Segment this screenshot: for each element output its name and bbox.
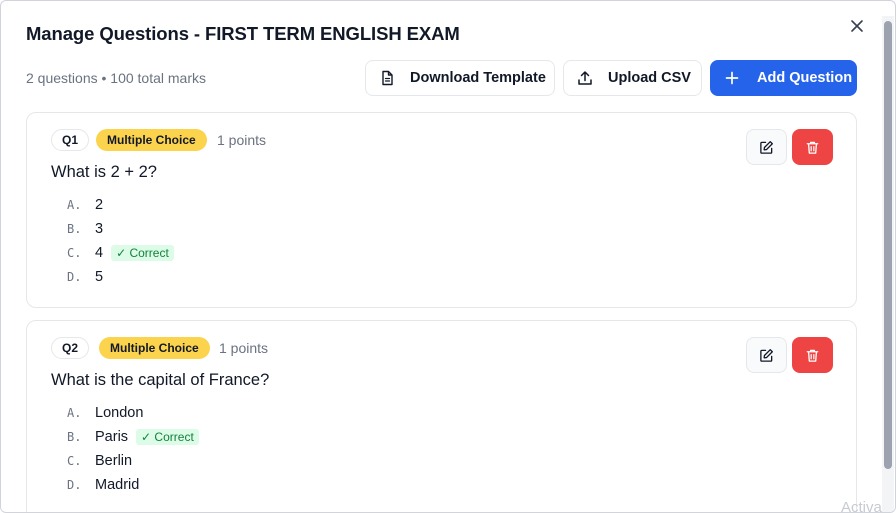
option-item: A. 2 (67, 193, 174, 217)
option-item: B. Paris ✓ Correct (67, 425, 199, 449)
document-icon (378, 69, 396, 87)
option-letter: D. (67, 270, 82, 284)
question-type-badge: Multiple Choice (99, 337, 210, 359)
option-text: 4 (95, 245, 104, 261)
questions-summary: 2 questions • 100 total marks (26, 70, 206, 86)
question-text: What is the capital of France? (51, 371, 270, 389)
option-letter: D. (67, 478, 82, 492)
option-text: 3 (95, 221, 104, 237)
close-button[interactable] (846, 15, 868, 37)
options-list: A. London B. Paris ✓ Correct C. Berlin D… (67, 401, 199, 497)
question-text: What is 2 + 2? (51, 163, 157, 181)
option-text: 2 (95, 197, 104, 213)
delete-question-button[interactable] (792, 337, 833, 373)
upload-csv-label: Upload CSV (608, 70, 691, 86)
manage-questions-modal: Manage Questions - FIRST TERM ENGLISH EX… (0, 0, 896, 513)
close-icon (851, 20, 863, 32)
option-letter: A. (67, 406, 82, 420)
add-question-label: Add Question (757, 70, 853, 86)
edit-icon (760, 348, 773, 362)
correct-badge: ✓ Correct (136, 429, 199, 445)
edit-icon (760, 140, 773, 154)
download-template-label: Download Template (410, 70, 546, 86)
option-item: B. 3 (67, 217, 174, 241)
option-letter: A. (67, 198, 82, 212)
option-letter: B. (67, 222, 82, 236)
question-number-badge: Q1 (51, 129, 90, 151)
plus-icon (723, 69, 741, 87)
option-text: Berlin (95, 453, 133, 469)
option-item: C. Berlin (67, 449, 199, 473)
option-item: D. 5 (67, 265, 174, 289)
question-number-badge: Q2 (51, 337, 90, 359)
question-card: Q2 Multiple Choice 1 points What is the … (26, 320, 857, 512)
correct-badge: ✓ Correct (111, 245, 174, 261)
download-template-button[interactable]: Download Template (365, 60, 555, 96)
trash-icon (806, 141, 819, 154)
question-type-badge: Multiple Choice (96, 129, 207, 151)
option-text: London (95, 405, 144, 421)
edit-question-button[interactable] (746, 129, 787, 165)
option-item: D. Madrid (67, 473, 199, 497)
scrollbar-thumb[interactable] (884, 21, 892, 469)
upload-csv-button[interactable]: Upload CSV (563, 60, 702, 96)
activation-watermark: Activa (841, 499, 882, 513)
options-list: A. 2 B. 3 C. 4 ✓ Correct D. 5 (67, 193, 174, 289)
option-letter: B. (67, 430, 82, 444)
question-card: Q1 Multiple Choice 1 points What is 2 + … (26, 112, 857, 308)
option-item: C. 4 ✓ Correct (67, 241, 174, 265)
question-points: 1 points (217, 132, 267, 148)
option-text: Madrid (95, 477, 140, 493)
modal-title: Manage Questions - FIRST TERM ENGLISH EX… (26, 23, 460, 44)
question-points: 1 points (219, 340, 269, 356)
option-text: 5 (95, 269, 104, 285)
add-question-button[interactable]: Add Question (710, 60, 857, 96)
edit-question-button[interactable] (746, 337, 787, 373)
option-item: A. London (67, 401, 199, 425)
delete-question-button[interactable] (792, 129, 833, 165)
trash-icon (806, 349, 819, 362)
option-text: Paris (95, 429, 129, 445)
option-letter: C. (67, 246, 82, 260)
upload-icon (576, 69, 594, 87)
option-letter: C. (67, 454, 82, 468)
